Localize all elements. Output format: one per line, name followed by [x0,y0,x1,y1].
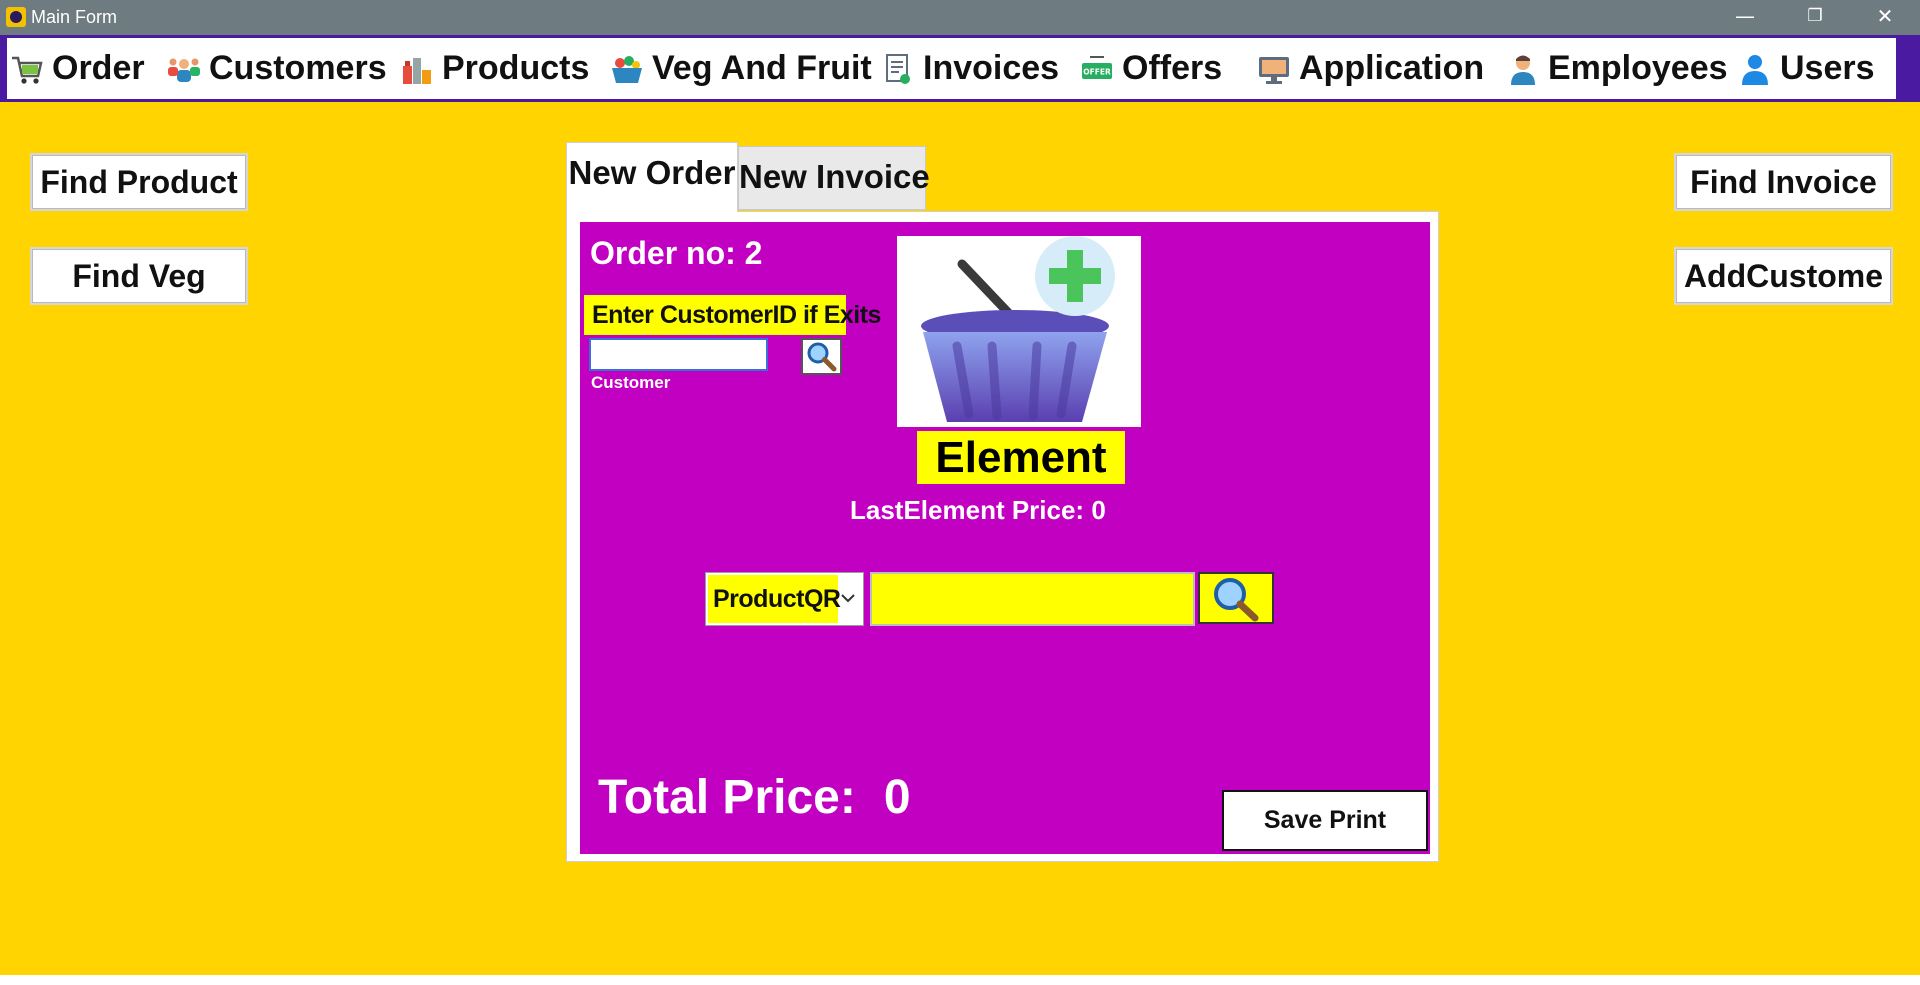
people-group-icon [167,52,201,86]
offer-tag-icon: OFFER [1080,52,1114,86]
menu-label: Products [442,49,590,87]
menu-item-users[interactable]: Users [1738,38,1875,99]
offer-tag-text: OFFER [1083,67,1111,76]
total-price-label: Total Price: [598,771,856,824]
fruit-basket-icon [610,52,644,86]
menu-label: Employees [1548,49,1728,87]
window-title: Main Form [31,7,118,27]
total-price: Total Price: 0 [598,770,911,825]
find-invoice-button[interactable]: Find Invoice [1674,153,1893,211]
basket-add-icon [921,236,1115,422]
total-price-value: 0 [883,771,911,824]
save-print-button[interactable]: Save Print [1222,790,1428,851]
invoice-icon [881,52,915,86]
last-element-price-label: LastElement Price: [850,495,1085,525]
search-mode-value: ProductQR [708,575,841,623]
order-number: Order no: 2 [590,235,762,272]
customer-sub-label: Customer [591,373,671,392]
product-search-button[interactable] [1198,572,1274,624]
close-button[interactable]: ✕ [1850,0,1920,35]
menu-item-application[interactable]: Application [1257,38,1484,99]
find-veg-button[interactable]: Find Veg [30,247,248,305]
menu-item-offers[interactable]: OFFER Offers [1080,38,1222,99]
menu-item-order[interactable]: Order [10,38,145,99]
user-icon [1738,52,1772,86]
minimize-button[interactable]: — [1710,0,1780,35]
search-mode-select[interactable]: ProductQR [705,572,864,626]
menu-label: Users [1780,49,1875,87]
add-customer-button[interactable]: AddCustome [1674,247,1893,305]
tab-new-order[interactable]: New Order [566,142,738,212]
status-strip [0,975,1920,985]
menu-strip: Order Customers Products Veg And Fruit I… [7,38,1896,99]
restore-button[interactable]: ❐ [1780,0,1850,35]
app-icon [6,7,26,27]
menu-label: Application [1299,49,1485,87]
last-element-price: LastElement Price: 0 [850,495,1250,526]
monitor-icon [1257,52,1291,86]
menu-label: Customers [209,49,387,87]
products-icon [400,52,434,86]
menu-item-veg-and-fruit[interactable]: Veg And Fruit [610,38,872,99]
magnifier-icon [807,342,837,372]
menu-label: Order [52,49,145,87]
customer-id-prompt: Enter CustomerID if Exits [584,295,881,335]
order-number-value: 2 [744,235,763,271]
menu-label: Invoices [923,49,1060,87]
menu-item-customers[interactable]: Customers [167,38,387,99]
cart-icon [10,52,44,86]
customer-id-input[interactable] [589,338,768,371]
product-image [897,236,1141,427]
find-product-button[interactable]: Find Product [30,153,248,211]
menu-label: Offers [1122,49,1223,87]
magnifier-icon [1214,578,1259,622]
menu-label: Veg And Fruit [652,49,872,87]
menu-bar: Order Customers Products Veg And Fruit I… [0,35,1920,102]
element-name: Element [917,431,1125,484]
menu-item-employees[interactable]: Employees [1506,38,1728,99]
last-element-price-value: 0 [1091,495,1106,525]
customer-search-button[interactable] [801,338,842,375]
tab-new-invoice[interactable]: New Invoice [738,146,930,210]
employee-icon [1506,52,1540,86]
menu-item-products[interactable]: Products [400,38,589,99]
title-bar: Main Form — ❐ ✕ [0,0,1920,35]
menu-item-invoices[interactable]: Invoices [881,38,1059,99]
order-number-label: Order no: [590,235,736,271]
chevron-down-icon [841,594,855,603]
product-qr-input[interactable] [870,572,1195,626]
